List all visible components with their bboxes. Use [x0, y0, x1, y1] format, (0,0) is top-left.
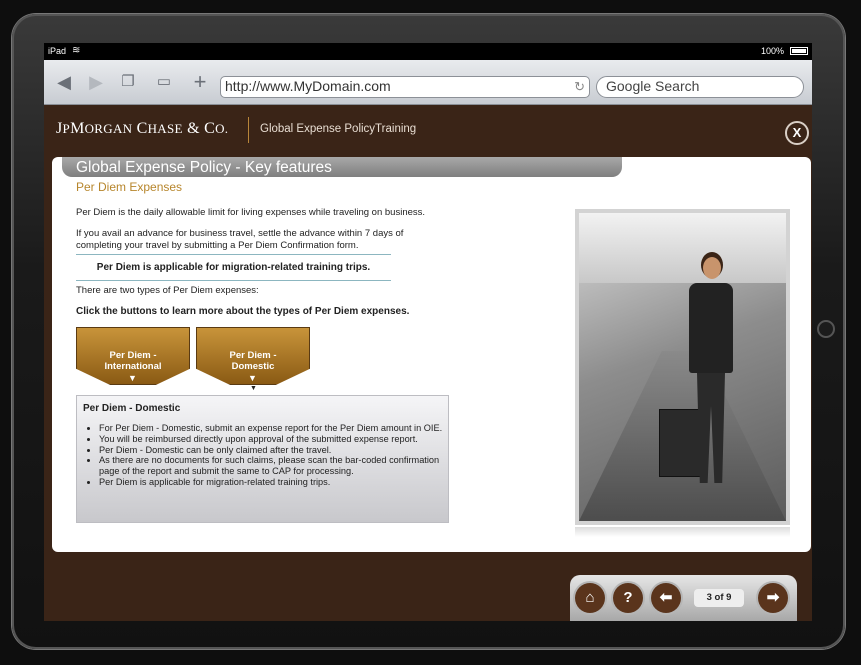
prev-arrow-icon[interactable]: ⬅: [651, 583, 681, 613]
wifi-icon: ≋: [72, 45, 81, 56]
course-nav-bar: ⌂ ? ⬅ 3 of 9 ➡: [570, 575, 797, 621]
list-item: Per Diem - Domestic can be only claimed …: [99, 445, 449, 456]
chevron-down-icon: ▼: [248, 373, 257, 383]
next-arrow-icon[interactable]: ➡: [758, 583, 788, 613]
url-text: http://www.MyDomain.com: [225, 78, 391, 94]
detail-list: For Per Diem - Domestic, submit an expen…: [83, 423, 449, 488]
button-label-line2: Domestic: [231, 361, 275, 372]
close-button[interactable]: X: [785, 121, 809, 145]
company-logo: JPMORGAN CHASE & CO.: [56, 120, 229, 137]
forward-icon[interactable]: ▶: [84, 70, 108, 94]
types-paragraph: There are two types of Per Diem expenses…: [76, 285, 259, 296]
url-field[interactable]: http://www.MyDomain.com ↻: [220, 76, 590, 98]
help-icon[interactable]: ?: [613, 583, 643, 613]
list-item: You will be reimbursed directly upon app…: [99, 434, 449, 445]
advance-paragraph: If you avail an advance for business tra…: [76, 228, 404, 251]
browser-toolbar: ◀ ▶ ❐ ▭ + http://www.MyDomain.com ↻ Goog…: [44, 60, 812, 105]
page-counter: 3 of 9: [694, 589, 744, 607]
screen: iPad ≋ 100% ◀ ▶ ❐ ▭ + http://www.MyDomai…: [44, 43, 812, 621]
bookmarks-icon[interactable]: ▭: [152, 70, 176, 94]
battery-icon: [790, 47, 808, 55]
back-icon[interactable]: ◀: [52, 70, 76, 94]
list-item: Per Diem is applicable for migration-rel…: [99, 477, 449, 488]
button-label-line2: International: [104, 361, 162, 372]
page-title: Global Expense Policy - Key features: [76, 159, 332, 176]
logo-divider: [248, 117, 249, 143]
course-title: Global Expense PolicyTraining: [260, 123, 417, 135]
list-item: For Per Diem - Domestic, submit an expen…: [99, 423, 449, 434]
button-label-line1: Per Diem -: [229, 350, 277, 361]
detail-panel: Per Diem - Domestic For Per Diem - Domes…: [76, 395, 449, 523]
title-band: Global Expense Policy - Key features: [62, 157, 622, 177]
per-diem-domestic-button[interactable]: Per Diem - Domestic ▼: [196, 327, 310, 385]
search-input[interactable]: Google Search: [596, 76, 804, 98]
intro-paragraph: Per Diem is the daily allowable limit fo…: [76, 207, 426, 218]
home-icon[interactable]: ⌂: [575, 583, 605, 613]
highlight-note: Per Diem is applicable for migration-rel…: [76, 254, 391, 281]
home-button[interactable]: [817, 320, 835, 338]
traveler-photo: [579, 213, 786, 521]
add-icon[interactable]: +: [188, 70, 212, 94]
chevron-down-icon: ▼: [128, 373, 137, 383]
per-diem-international-button[interactable]: Per Diem - International ▼: [76, 327, 190, 385]
panel-title: Per Diem - Domestic: [83, 403, 181, 414]
photo-frame: [575, 209, 790, 525]
content-panel: Global Expense Policy - Key features Per…: [52, 157, 811, 552]
device-label: iPad: [48, 46, 67, 56]
tabs-icon[interactable]: ❐: [116, 70, 140, 94]
brand-bar: JPMORGAN CHASE & CO. Global Expense Poli…: [44, 105, 812, 157]
section-title: Per Diem Expenses: [76, 180, 183, 194]
photo-reflection: [575, 527, 790, 537]
button-label-line1: Per Diem -: [109, 350, 157, 361]
battery-percent: 100%: [760, 46, 784, 56]
reload-icon[interactable]: ↻: [574, 79, 585, 95]
status-bar: iPad ≋ 100%: [44, 43, 812, 60]
list-item: As there are no documents for such claim…: [99, 455, 449, 477]
selected-pointer-icon: ▼: [250, 385, 257, 392]
instruction-text: Click the buttons to learn more about th…: [76, 306, 410, 317]
